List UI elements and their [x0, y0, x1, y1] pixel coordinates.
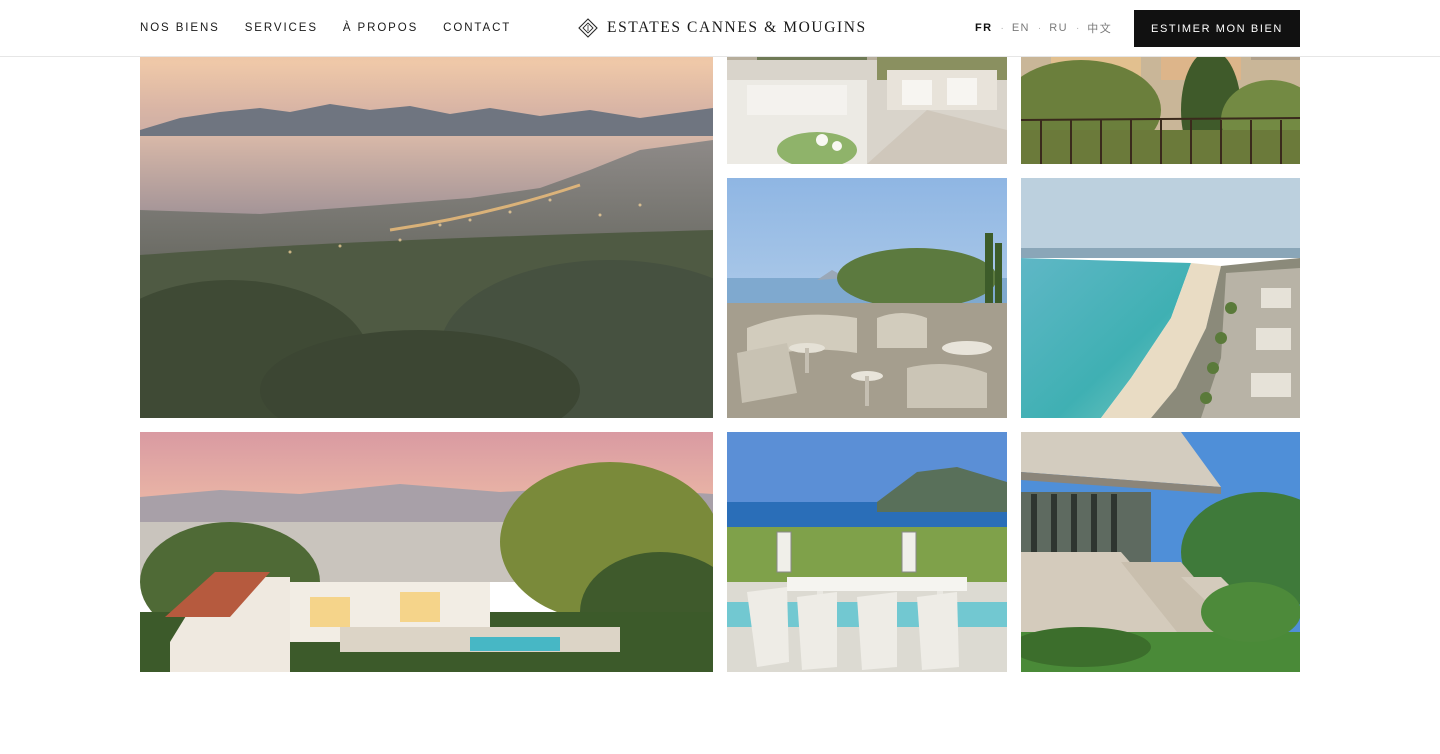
nav-link-services[interactable]: SERVICES	[245, 22, 318, 34]
nav-link-nos-biens[interactable]: NOS BIENS	[140, 22, 220, 34]
gallery-image-terrace-lounge[interactable]	[727, 178, 1007, 418]
brand-name: ESTATES CANNES & MOUGINS	[607, 19, 867, 36]
lang-fr[interactable]: FR	[975, 22, 992, 34]
site-header: NOS BIENS SERVICES À PROPOS CONTACT ESTA…	[0, 0, 1440, 57]
nav-link-a-propos[interactable]: À PROPOS	[343, 22, 418, 34]
gallery-image-modern-villa[interactable]	[1021, 432, 1300, 672]
gallery-image-pool-dining[interactable]	[727, 432, 1007, 672]
lang-zh[interactable]: 中文	[1087, 20, 1112, 36]
lang-en[interactable]: EN	[1012, 22, 1030, 34]
lang-ru[interactable]: RU	[1049, 22, 1068, 34]
gallery-image-cannes-bay-sunset[interactable]	[140, 0, 713, 418]
gallery-image-villa-pool-dusk[interactable]	[140, 432, 713, 672]
lang-separator: ·	[1037, 22, 1042, 34]
lang-separator: ·	[1075, 22, 1080, 34]
brand-home-link[interactable]: ESTATES CANNES & MOUGINS	[578, 0, 867, 56]
lang-separator: ·	[1000, 22, 1004, 34]
gallery-image-croisette-beach[interactable]	[1021, 178, 1300, 418]
nav-link-contact[interactable]: CONTACT	[443, 22, 511, 34]
language-switcher: FR · EN · RU · 中文	[975, 0, 1112, 56]
main-nav: NOS BIENS SERVICES À PROPOS CONTACT	[140, 0, 511, 56]
diamond-logo-icon	[578, 18, 598, 38]
estimate-property-button[interactable]: ESTIMER MON BIEN	[1134, 10, 1300, 47]
